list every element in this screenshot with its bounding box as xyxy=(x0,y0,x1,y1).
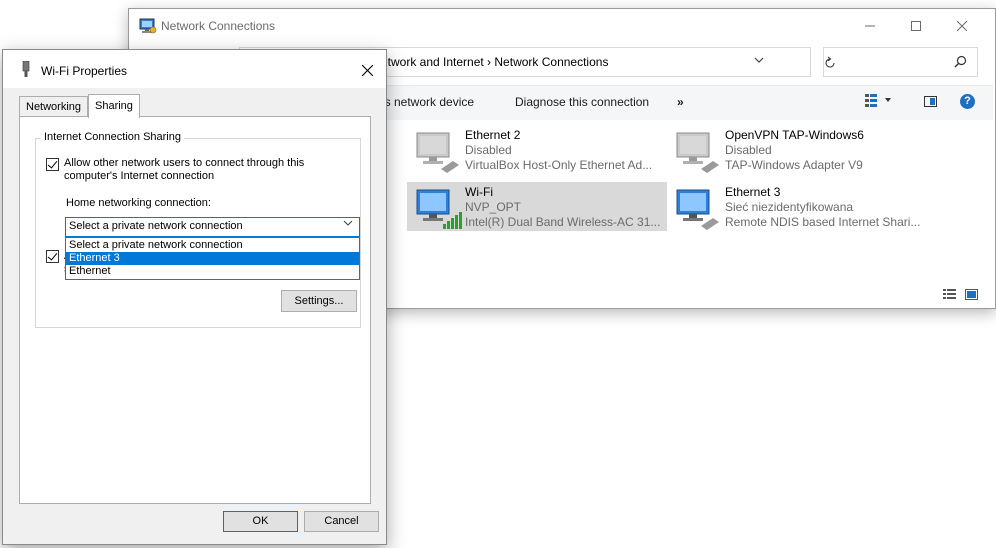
allow-sharing-label-line1: Allow other network users to connect thr… xyxy=(64,157,305,169)
tab-networking[interactable]: Networking xyxy=(19,96,89,116)
search-icon[interactable] xyxy=(954,55,967,68)
minimize-icon xyxy=(865,25,875,27)
breadcrumb[interactable]: etwork and Internet › Network Connection… xyxy=(381,55,608,69)
adapter-status: Sieć niezidentyfikowana xyxy=(725,200,854,214)
adapter-ethernet-2[interactable]: Ethernet 2 Disabled VirtualBox Host-Only… xyxy=(407,125,669,174)
adapter-name: Wi-Fi xyxy=(465,185,493,199)
more-commands-button[interactable]: » xyxy=(677,95,684,109)
adapter-openvpn[interactable]: OpenVPN TAP-Windows6 Disabled TAP-Window… xyxy=(667,125,929,174)
dialog-title: Wi-Fi Properties xyxy=(41,64,128,78)
home-networking-dropdown-list: Select a private network connection Ethe… xyxy=(65,237,360,280)
adapter-name: Ethernet 2 xyxy=(465,128,521,142)
adapter-device: Remote NDIS based Internet Shari... xyxy=(725,215,921,229)
dropdown-option[interactable]: Select a private network connection xyxy=(66,239,359,252)
adapter-ethernet-3[interactable]: Ethernet 3 Sieć niezidentyfikowana Remot… xyxy=(667,182,929,231)
minimize-button[interactable] xyxy=(847,9,893,43)
cancel-button[interactable]: Cancel xyxy=(304,511,379,532)
ethernet-adapter-icon xyxy=(416,132,459,173)
home-networking-label: Home networking connection: xyxy=(66,197,211,209)
preview-pane-icon[interactable] xyxy=(924,96,937,107)
adapter-device: Intel(R) Dual Band Wireless-AC 31... xyxy=(465,215,661,229)
diagnose-button[interactable]: Diagnose this connection xyxy=(515,95,649,109)
ethernet-adapter-icon xyxy=(676,189,719,230)
network-connections-icon xyxy=(139,18,157,34)
help-icon[interactable]: ? xyxy=(960,94,975,109)
ethernet-adapter-icon xyxy=(676,132,719,173)
details-view-icon[interactable] xyxy=(943,289,956,300)
chevron-down-icon[interactable] xyxy=(754,56,764,64)
adapter-device: TAP-Windows Adapter V9 xyxy=(725,158,863,172)
close-icon xyxy=(361,64,373,76)
adapter-status: NVP_OPT xyxy=(465,200,522,214)
adapter-status: Disabled xyxy=(725,143,772,157)
allow-sharing-checkbox[interactable] xyxy=(46,158,59,171)
maximize-button[interactable] xyxy=(893,9,939,43)
adapter-wifi[interactable]: Wi-Fi NVP_OPT Intel(R) Dual Band Wireles… xyxy=(407,182,667,231)
adapter-device: VirtualBox Host-Only Ethernet Ad... xyxy=(465,158,653,172)
dropdown-option-highlighted[interactable]: Ethernet 3 xyxy=(66,252,359,265)
allow-sharing-label-line2: computer's Internet connection xyxy=(64,170,215,182)
network-adapter-icon xyxy=(22,61,30,77)
view-options-icon xyxy=(865,94,891,107)
ics-group-label: Internet Connection Sharing xyxy=(41,131,184,143)
allow-sharing-label[interactable]: Allow other network users to connect thr… xyxy=(64,157,324,183)
settings-button[interactable]: Settings... xyxy=(281,290,357,312)
chevron-down-icon[interactable] xyxy=(343,219,353,227)
dropdown-option[interactable]: Ethernet xyxy=(66,265,359,278)
rename-device-button[interactable]: is network device xyxy=(382,95,474,109)
adapter-name: OpenVPN TAP-Windows6 xyxy=(725,128,864,142)
adapter-status: Disabled xyxy=(465,143,512,157)
adapter-name: Ethernet 3 xyxy=(725,185,781,199)
tab-sharing[interactable]: Sharing xyxy=(88,94,140,118)
allow-control-checkbox[interactable] xyxy=(46,250,59,263)
ok-button[interactable]: OK xyxy=(223,511,298,532)
close-button[interactable] xyxy=(939,9,985,43)
window-title: Network Connections xyxy=(161,19,276,33)
wifi-adapter-icon xyxy=(416,189,462,229)
large-icons-view-icon[interactable] xyxy=(965,289,978,300)
close-icon xyxy=(957,21,967,31)
maximize-icon xyxy=(911,21,921,31)
home-networking-select-value: Select a private network connection xyxy=(69,220,243,232)
wifi-properties-dialog: Wi-Fi Properties Networking Sharing Inte… xyxy=(2,49,387,545)
dialog-close-button[interactable] xyxy=(355,58,379,82)
change-view-button[interactable] xyxy=(865,93,893,112)
